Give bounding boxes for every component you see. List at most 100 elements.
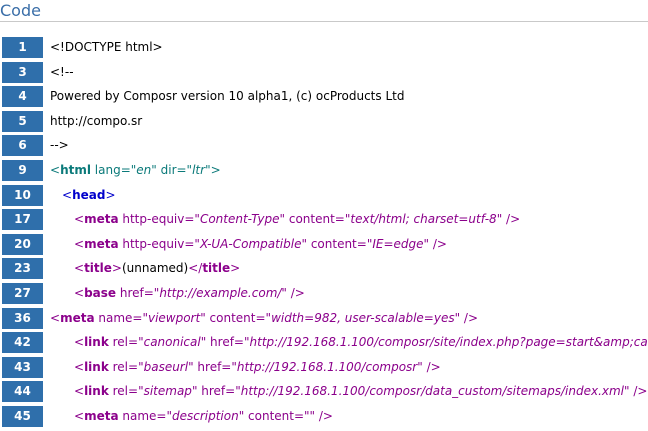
attribute-value: viewport: [147, 310, 201, 325]
line-number[interactable]: 23: [2, 258, 43, 280]
attribute-value: baseurl: [143, 359, 189, 374]
code-line: 17 <meta http-equiv="Content-Type" conten…: [0, 209, 648, 231]
tag-name: html: [60, 162, 91, 177]
code-token: -->: [50, 138, 69, 153]
code-token: <!--: [50, 64, 74, 79]
code-token: http-equiv=": [118, 212, 200, 227]
line-code: <meta http-equiv="X-UA-Compatible" conte…: [74, 234, 447, 255]
tag-name: title: [84, 261, 112, 276]
code-token: " />: [417, 359, 441, 374]
code-line: 23 <title>(unnamed)</title>: [0, 258, 648, 280]
code-token: <: [62, 187, 73, 202]
tag-name: meta: [84, 212, 119, 227]
code-token: <: [50, 162, 61, 177]
line-number[interactable]: 4: [2, 86, 43, 108]
code-token: (unnamed): [121, 261, 189, 276]
line-code: <base href="http://example.com/" />: [74, 283, 305, 304]
code-token: " content=": [200, 310, 272, 325]
tag-name: link: [84, 335, 109, 350]
attribute-value: http://192.168.1.100/composr/data_custom…: [240, 384, 625, 399]
line-number[interactable]: 17: [2, 209, 43, 231]
code-line: 3 <!--: [0, 61, 648, 83]
code-token: <: [74, 261, 85, 276]
tag-name: meta: [84, 236, 119, 251]
line-code: http://compo.sr: [50, 111, 142, 132]
line-code: <!--: [50, 62, 74, 83]
attribute-value: ltr: [192, 162, 206, 177]
tag-name: head: [72, 187, 106, 202]
attribute-value: Content-Type: [199, 212, 280, 227]
code-line: 6 -->: [0, 135, 648, 157]
attribute-value: http://example.com/: [159, 285, 282, 300]
code-token: " />: [624, 384, 648, 399]
line-number[interactable]: 36: [2, 307, 43, 329]
attribute-value: X-UA-Compatible: [199, 236, 302, 251]
code-token: " />: [496, 212, 521, 227]
code-token: http-equiv=": [118, 236, 200, 251]
page-title: Code: [0, 1, 648, 22]
line-code: <meta name="description" content="" />: [74, 406, 333, 427]
code-token: lang=": [90, 162, 137, 177]
attribute-value: http://192.168.1.100/composr/site/index.…: [249, 335, 648, 350]
tag-name: title: [202, 261, 231, 276]
code-token: >: [111, 261, 122, 276]
tag-name: meta: [60, 310, 95, 325]
line-code: <meta http-equiv="Content-Type" content=…: [74, 209, 520, 230]
tag-name: link: [84, 359, 109, 374]
code-token: <: [50, 310, 61, 325]
code-line: 43 <link rel="baseurl" href="http://192.1…: [0, 356, 648, 378]
code-token: <: [74, 359, 85, 374]
line-code: <link rel="baseurl" href="http://192.168…: [74, 357, 441, 378]
code-line: 44 <link rel="sitemap" href="http://192.1…: [0, 381, 648, 403]
line-number[interactable]: 3: [2, 61, 43, 83]
code-token: >: [230, 261, 241, 276]
code-token: " dir=": [151, 162, 193, 177]
code-token: rel=": [108, 359, 144, 374]
code-line: 10 <head>: [0, 184, 648, 206]
tag-name: link: [84, 384, 109, 399]
line-number[interactable]: 5: [2, 110, 43, 132]
code-token: name=": [94, 310, 148, 325]
code-token: ">: [205, 162, 221, 177]
code-token: " content=": [279, 212, 351, 227]
attribute-value: canonical: [143, 335, 201, 350]
line-number[interactable]: 27: [2, 282, 43, 304]
line-number[interactable]: 43: [2, 356, 43, 378]
code-token: " href=": [191, 384, 241, 399]
line-number[interactable]: 9: [2, 159, 43, 181]
code-line: 20 <meta http-equiv="X-UA-Compatible" con…: [0, 233, 648, 255]
line-code: <meta name="viewport" content="width=982…: [50, 308, 478, 329]
tag-name: meta: [84, 408, 119, 423]
code-line: 5 http://compo.sr: [0, 110, 648, 132]
code-token: </: [188, 261, 203, 276]
code-token: rel=": [108, 335, 144, 350]
code-token: name=": [118, 408, 172, 423]
line-number[interactable]: 10: [2, 184, 43, 206]
code-token: Powered by Composr version 10 alpha1, (c…: [50, 89, 405, 104]
code-line: 42 <link rel="canonical" href="http://192…: [0, 332, 648, 354]
tag-name: base: [84, 285, 117, 300]
code-token: <: [74, 408, 85, 423]
line-number[interactable]: 20: [2, 233, 43, 255]
line-code: <title>(unnamed)</title>: [74, 258, 240, 279]
attribute-value: description: [171, 408, 239, 423]
code-token: " />: [454, 310, 479, 325]
code-token: >: [105, 187, 116, 202]
line-code: <link rel="sitemap" href="http://192.168…: [74, 381, 647, 402]
attribute-value: sitemap: [143, 384, 192, 399]
attribute-value: IE=edge: [372, 236, 424, 251]
code-token: href=": [116, 285, 160, 300]
code-token: http://compo.sr: [50, 113, 143, 128]
code-token: <: [74, 384, 85, 399]
code-line: 36 <meta name="viewport" content="width=9…: [0, 307, 648, 329]
code-token: <: [74, 212, 85, 227]
code-token: <: [74, 285, 85, 300]
line-number[interactable]: 6: [2, 135, 43, 157]
line-number[interactable]: 1: [2, 37, 43, 58]
line-number[interactable]: 44: [2, 381, 43, 403]
code-token: " content=": [301, 236, 373, 251]
code-token: " href=": [188, 359, 237, 374]
line-number[interactable]: 42: [2, 332, 43, 354]
line-number[interactable]: 45: [2, 405, 43, 427]
code-view: 1 <!DOCTYPE html> 3 <!-- 4 Powered by Composr…: [0, 37, 648, 431]
